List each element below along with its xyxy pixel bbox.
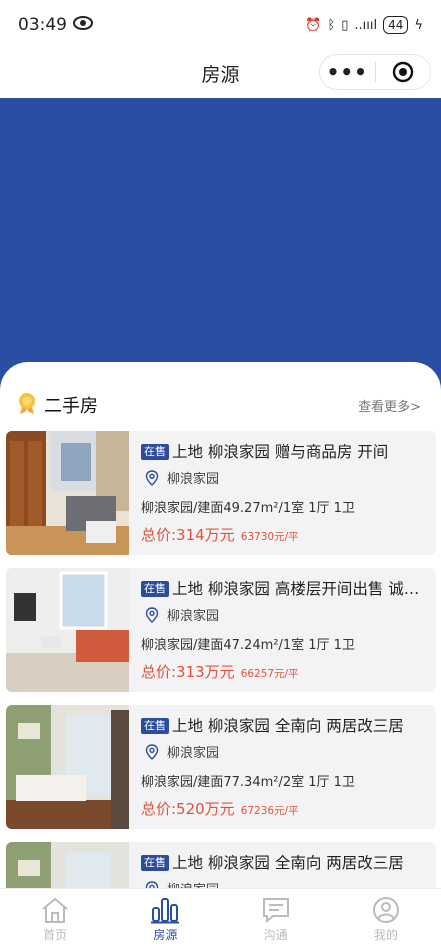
signal-icon: ..ıııl: [354, 17, 378, 33]
listing-spec: 柳浪家园/建面77.34m²/2室 1厅 1卫: [141, 775, 355, 790]
listing-photo: [6, 431, 129, 555]
location-pin-icon: [145, 469, 159, 486]
listing-title: 上地 柳浪家园 高楼层开间出售 诚心出售: [172, 580, 430, 598]
listing-spec: 柳浪家园/建面49.27m²/1室 1厅 1卫: [141, 501, 355, 516]
listing-photo: [6, 705, 129, 829]
home-icon: [42, 897, 68, 923]
eye-icon: [73, 15, 93, 35]
listing-total-price: 总价:313万元: [141, 663, 235, 681]
tab-label: 沟通: [263, 928, 288, 942]
listing-community: 柳浪家园: [167, 746, 220, 761]
listing-total-price: 总价:314万元: [141, 526, 235, 544]
listing-card[interactable]: 在售 上地 柳浪家园 高楼层开间出售 诚心出售 柳浪家园 柳浪家园/建面47.24…: [6, 568, 436, 692]
tab-me[interactable]: 我的: [331, 889, 441, 950]
medal-icon: [16, 391, 38, 420]
status-bar: 03:49 ⏰ ᛒ ▯ ..ıııl 44 ϟ: [0, 0, 441, 50]
section-header: 二手房 查看更多>: [16, 390, 421, 420]
section-title: 二手房: [44, 396, 98, 417]
listing-unit-price: 66257元/平: [240, 668, 299, 680]
on-sale-tag: 在售: [141, 581, 169, 597]
vibrate-icon: ▯: [341, 17, 349, 33]
more-button[interactable]: •••: [320, 60, 375, 84]
target-close-icon: [392, 61, 413, 83]
listing-unit-price: 67236元/平: [240, 805, 299, 817]
battery-icon: 44: [383, 16, 409, 34]
tab-label: 我的: [373, 928, 398, 942]
bar-chart-icon: [151, 898, 180, 924]
alarm-icon: ⏰: [305, 17, 322, 33]
tab-listings[interactable]: 房源: [110, 889, 220, 950]
bluetooth-icon: ᛒ: [327, 17, 336, 33]
user-icon: [372, 897, 399, 923]
location-pin-icon: [145, 606, 159, 623]
bottom-tab-bar: 首页 房源 沟通 我的: [0, 888, 441, 950]
tab-label: 房源: [153, 928, 178, 942]
content-panel: 二手房 查看更多> 在售 上地 柳浪家园 赠与商品房 开间 柳浪家园 柳浪家园/…: [0, 362, 441, 949]
listing-community: 柳浪家园: [167, 609, 220, 624]
status-time: 03:49: [18, 15, 67, 35]
listing-title: 上地 柳浪家园 全南向 两居改三居: [172, 717, 404, 735]
listing-card[interactable]: 在售 上地 柳浪家园 赠与商品房 开间 柳浪家园 柳浪家园/建面49.27m²/1…: [6, 431, 436, 555]
location-pin-icon: [145, 743, 159, 760]
banner[interactable]: [0, 98, 441, 398]
listing-title: 上地 柳浪家园 全南向 两居改三居: [172, 854, 404, 872]
listing-spec: 柳浪家园/建面47.24m²/1室 1厅 1卫: [141, 638, 355, 653]
tab-label: 首页: [43, 928, 68, 942]
close-button[interactable]: [376, 61, 431, 83]
chat-icon: [262, 898, 289, 924]
navigation-bar: 房源 •••: [0, 50, 441, 98]
charging-icon: ϟ: [414, 17, 423, 33]
on-sale-tag: 在售: [141, 718, 169, 734]
listing-community: 柳浪家园: [167, 472, 220, 487]
listing-card[interactable]: 在售 上地 柳浪家园 全南向 两居改三居 柳浪家园 柳浪家园/建面77.34m²/…: [6, 705, 436, 829]
listing-total-price: 总价:520万元: [141, 800, 235, 818]
more-dots-icon: •••: [326, 60, 368, 84]
tab-home[interactable]: 首页: [0, 889, 110, 950]
listing-title: 上地 柳浪家园 赠与商品房 开间: [172, 443, 389, 461]
mini-program-capsule: •••: [319, 54, 431, 90]
listing-unit-price: 63730元/平: [240, 531, 299, 543]
listing-photo: [6, 568, 129, 692]
on-sale-tag: 在售: [141, 855, 169, 871]
see-more-link[interactable]: 查看更多>: [358, 396, 421, 415]
tab-chat[interactable]: 沟通: [221, 889, 331, 950]
on-sale-tag: 在售: [141, 444, 169, 460]
